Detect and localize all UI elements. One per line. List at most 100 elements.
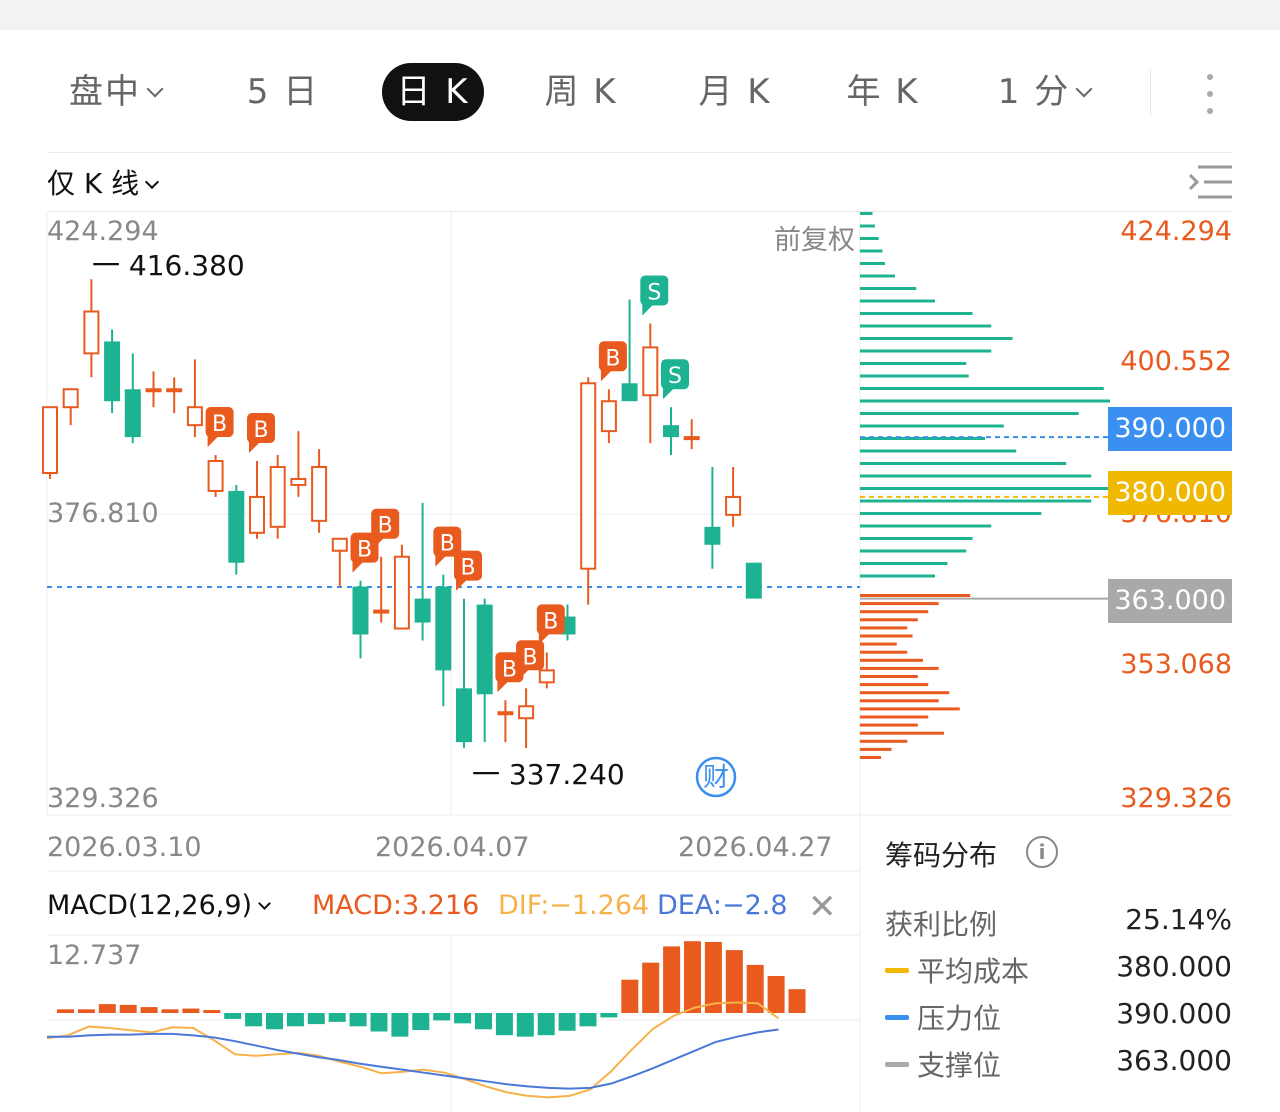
chip-bar-loss [860, 756, 881, 759]
macd-value: MACD:3.216 [312, 890, 480, 921]
chip-bar-loss [860, 747, 892, 751]
chevron-down-icon [258, 897, 271, 910]
avg-cost-value: 380.000 [1116, 950, 1232, 983]
macd-histogram-bar [245, 1013, 263, 1027]
chip-bar-profit [860, 312, 973, 315]
chip-bar-loss [860, 658, 923, 662]
candle-body-up [725, 495, 742, 516]
macd-histogram-bar [454, 1013, 472, 1024]
kline-chart[interactable]: B BBBBBB BBBSS [0, 0, 1280, 1112]
chip-panel-title: 筹码分布 [885, 839, 998, 872]
candle-body-up [580, 382, 597, 570]
macd-histogram-bar [98, 1004, 116, 1013]
info-icon[interactable]: i [1026, 836, 1058, 868]
chip-bar-profit [860, 574, 935, 578]
left-axis-label: 376.810 [47, 498, 159, 529]
macd-histogram-bar [349, 1013, 367, 1027]
chip-bar-profit [860, 249, 883, 253]
candle-body-down [663, 425, 679, 438]
macd-histogram-bar [788, 989, 806, 1013]
chip-bar-profit [860, 274, 895, 278]
profit-ratio-label: 获利比例 [885, 903, 997, 943]
chip-bar-profit [860, 287, 917, 290]
macd-scale-label: 12.737 [47, 940, 142, 971]
candle-body-up [42, 406, 58, 474]
chip-bar-loss [860, 650, 908, 654]
chip-bar-loss [860, 602, 939, 606]
chip-bar-loss [860, 691, 950, 695]
chip-bar-profit [860, 262, 885, 265]
chip-bar-loss [860, 594, 971, 597]
dea-line [47, 1028, 779, 1090]
buy-marker: B [460, 556, 475, 581]
candle-body-down [435, 586, 452, 671]
pressure-value: 390.000 [1116, 997, 1232, 1030]
chip-bar-loss [860, 634, 913, 638]
macd-histogram-bar [621, 979, 639, 1013]
candle-body-up [600, 400, 617, 433]
candle-body-down [621, 383, 638, 402]
macd-histogram-bar [57, 1009, 74, 1013]
macd-histogram-bar [579, 1013, 597, 1027]
candle-body-up [331, 537, 348, 552]
candle-body-up [186, 406, 203, 427]
macd-histogram-bar [767, 976, 785, 1013]
sell-marker: S [647, 280, 661, 305]
candle-body-up [83, 310, 100, 355]
pressure-label: 压力位 [885, 997, 1001, 1037]
macd-histogram-bar [307, 1013, 325, 1025]
chip-bar-profit [860, 524, 992, 528]
chip-bar-profit [860, 562, 948, 565]
chip-bar-profit [860, 337, 1013, 340]
macd-histogram-bar [391, 1013, 409, 1037]
macd-histogram-bar [558, 1013, 576, 1031]
candle-body-down [124, 389, 141, 438]
chip-bar-loss [860, 618, 918, 622]
macd-histogram-bar [224, 1013, 242, 1019]
macd-histogram-bar [328, 1013, 346, 1022]
macd-histogram-bar [537, 1013, 555, 1036]
macd-chart [46, 941, 806, 1099]
macd-histogram-bar [203, 1010, 221, 1013]
buy-marker: B [212, 412, 227, 437]
profit-ratio-value: 25.14% [1125, 903, 1232, 936]
adjust-label: 前复权 [774, 225, 855, 256]
candle-body-up [393, 555, 410, 630]
chip-bar-profit [860, 399, 1110, 403]
chip-bar-profit [860, 224, 875, 228]
buy-marker: B [502, 657, 517, 682]
candle-body-up [311, 466, 328, 522]
macd-histogram-bar [642, 962, 660, 1013]
candle-body-up [166, 388, 183, 393]
macd-histogram-bar [412, 1013, 430, 1031]
date-label: 2026.04.27 [678, 832, 833, 863]
low-price-marker: 一 337.240 [472, 753, 625, 793]
candle-body-down [456, 688, 472, 743]
chip-bar-profit [860, 424, 1004, 428]
macd-selector[interactable]: MACD(12,26,9) [47, 890, 271, 921]
left-axis-label: 424.294 [47, 216, 159, 247]
buy-marker: B [543, 609, 558, 634]
macd-histogram-bar [161, 1009, 179, 1013]
row-label: 压力位 [917, 1002, 1002, 1035]
macd-histogram-bar [119, 1004, 137, 1013]
candle-body-down [745, 562, 762, 599]
chip-bar-loss [860, 699, 939, 703]
chip-bar-profit [860, 449, 1017, 453]
macd-histogram-bar [77, 1009, 95, 1013]
chip-bar-loss [860, 666, 939, 670]
right-axis-label: 400.552 [1120, 346, 1232, 377]
svg-text:财: 财 [703, 763, 729, 793]
chip-bar-profit [860, 474, 1092, 478]
close-icon[interactable]: ✕ [808, 890, 837, 924]
buy-marker: B [440, 532, 455, 557]
avg-cost-price-tag: 380.000 [1108, 471, 1232, 515]
macd-histogram-bar [182, 1008, 200, 1013]
buy-marker: B [605, 346, 620, 371]
chip-bar-loss [860, 683, 929, 687]
finance-event-icon[interactable]: 财 [694, 755, 738, 799]
macd-histogram-bar [286, 1013, 304, 1027]
chip-bar-profit [860, 387, 1104, 390]
chip-bar-profit [860, 412, 1079, 415]
macd-histogram-bar [475, 1013, 492, 1030]
